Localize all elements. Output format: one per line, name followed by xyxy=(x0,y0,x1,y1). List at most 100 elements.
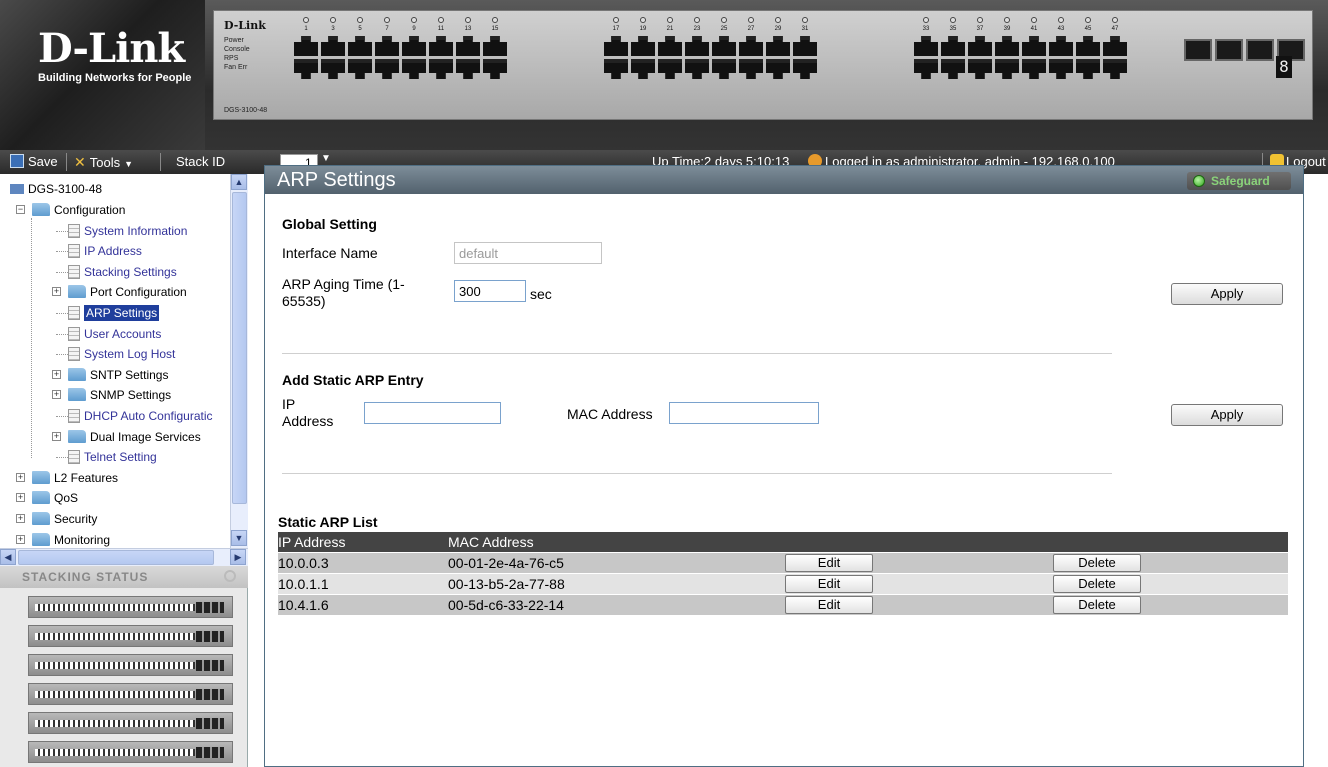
ethernet-port-icon[interactable] xyxy=(631,36,655,56)
stack-unit-icon[interactable] xyxy=(28,741,233,763)
scroll-up-icon[interactable]: ▲ xyxy=(231,174,247,190)
ethernet-port-icon[interactable] xyxy=(375,36,399,56)
ethernet-port-icon[interactable] xyxy=(604,59,628,79)
ip-address-input[interactable] xyxy=(364,402,501,424)
ethernet-port-icon[interactable] xyxy=(1103,59,1127,79)
scroll-thumb[interactable] xyxy=(18,550,214,565)
tree-item[interactable]: Telnet Setting xyxy=(68,447,157,467)
expand-icon[interactable]: + xyxy=(16,514,25,523)
ethernet-port-icon[interactable] xyxy=(793,59,817,79)
ethernet-port-icon[interactable] xyxy=(941,36,965,56)
tree-item[interactable]: ARP Settings xyxy=(68,303,160,323)
sfp-port-icon[interactable] xyxy=(1246,39,1274,61)
refresh-icon[interactable] xyxy=(224,570,236,582)
global-apply-button[interactable]: Apply xyxy=(1171,283,1283,305)
expand-icon[interactable]: + xyxy=(52,390,61,400)
tree-horizontal-scrollbar[interactable]: ◀ ▶ xyxy=(0,548,248,566)
ethernet-port-icon[interactable] xyxy=(712,36,736,56)
chevron-down-icon[interactable]: ▼ xyxy=(321,153,331,164)
scroll-down-icon[interactable]: ▼ xyxy=(231,530,247,546)
ethernet-port-icon[interactable] xyxy=(456,59,480,79)
delete-button[interactable]: Delete xyxy=(1053,554,1141,572)
tree-item[interactable]: L2 Features xyxy=(32,468,118,488)
ethernet-port-icon[interactable] xyxy=(914,59,938,79)
expand-icon[interactable]: + xyxy=(52,431,61,441)
ethernet-port-icon[interactable] xyxy=(658,36,682,56)
tools-menu-button[interactable]: ✕ Tools ▼ xyxy=(74,153,133,171)
tree-item[interactable]: IP Address xyxy=(68,241,142,261)
ethernet-port-icon[interactable] xyxy=(968,36,992,56)
ethernet-port-icon[interactable] xyxy=(375,59,399,79)
tree-item[interactable]: SNMP Settings xyxy=(68,385,171,405)
tree-item[interactable]: System Log Host xyxy=(68,344,175,364)
arp-aging-time-input[interactable] xyxy=(454,280,526,302)
ethernet-port-icon[interactable] xyxy=(685,59,709,79)
ethernet-port-icon[interactable] xyxy=(914,36,938,56)
ethernet-port-icon[interactable] xyxy=(429,36,453,56)
tree-item[interactable]: SNTP Settings xyxy=(68,365,168,385)
tree-vertical-scrollbar[interactable]: ▲ ▼ xyxy=(230,174,248,548)
ethernet-port-icon[interactable] xyxy=(685,36,709,56)
expand-icon[interactable]: + xyxy=(52,287,61,297)
collapse-icon[interactable]: − xyxy=(16,205,25,214)
delete-button[interactable]: Delete xyxy=(1053,596,1141,614)
ethernet-port-icon[interactable] xyxy=(631,59,655,79)
ethernet-port-icon[interactable] xyxy=(294,59,318,79)
tree-item[interactable]: Security xyxy=(32,509,97,529)
ethernet-port-icon[interactable] xyxy=(941,59,965,79)
scroll-thumb[interactable] xyxy=(232,192,247,504)
ethernet-port-icon[interactable] xyxy=(1049,59,1073,79)
ethernet-port-icon[interactable] xyxy=(1022,36,1046,56)
tree-item[interactable]: System Information xyxy=(68,221,187,241)
tree-root[interactable]: DGS-3100-48 xyxy=(10,179,102,199)
ethernet-port-icon[interactable] xyxy=(739,36,763,56)
ethernet-port-icon[interactable] xyxy=(321,59,345,79)
ethernet-port-icon[interactable] xyxy=(321,36,345,56)
scroll-left-icon[interactable]: ◀ xyxy=(0,549,16,565)
sfp-port-icon[interactable] xyxy=(1215,39,1243,61)
ethernet-port-icon[interactable] xyxy=(995,59,1019,79)
ethernet-port-icon[interactable] xyxy=(348,36,372,56)
ethernet-port-icon[interactable] xyxy=(995,36,1019,56)
ethernet-port-icon[interactable] xyxy=(766,59,790,79)
mac-address-input[interactable] xyxy=(669,402,819,424)
stack-unit-icon[interactable] xyxy=(28,683,233,705)
ethernet-port-icon[interactable] xyxy=(1076,36,1100,56)
tree-item[interactable]: Port Configuration xyxy=(68,282,187,302)
edit-button[interactable]: Edit xyxy=(785,554,873,572)
ethernet-port-icon[interactable] xyxy=(712,59,736,79)
tree-item[interactable]: DHCP Auto Configuratic xyxy=(68,406,213,426)
ethernet-port-icon[interactable] xyxy=(402,59,426,79)
safeguard-indicator[interactable]: Safeguard xyxy=(1187,172,1291,190)
tree-item[interactable]: QoS xyxy=(32,488,78,508)
ethernet-port-icon[interactable] xyxy=(766,36,790,56)
ethernet-port-icon[interactable] xyxy=(1049,36,1073,56)
ethernet-port-icon[interactable] xyxy=(456,36,480,56)
ethernet-port-icon[interactable] xyxy=(429,59,453,79)
sfp-port-icon[interactable] xyxy=(1184,39,1212,61)
ethernet-port-icon[interactable] xyxy=(294,36,318,56)
stack-unit-icon[interactable] xyxy=(28,596,233,618)
tree-item[interactable]: Stacking Settings xyxy=(68,262,177,282)
ethernet-port-icon[interactable] xyxy=(658,59,682,79)
stack-unit-icon[interactable] xyxy=(28,625,233,647)
expand-icon[interactable]: + xyxy=(16,493,25,503)
ethernet-port-icon[interactable] xyxy=(483,59,507,79)
ethernet-port-icon[interactable] xyxy=(348,59,372,79)
ethernet-port-icon[interactable] xyxy=(968,59,992,79)
ethernet-port-icon[interactable] xyxy=(1103,36,1127,56)
stack-unit-icon[interactable] xyxy=(28,654,233,676)
delete-button[interactable]: Delete xyxy=(1053,575,1141,593)
ethernet-port-icon[interactable] xyxy=(1022,59,1046,79)
ethernet-port-icon[interactable] xyxy=(1076,59,1100,79)
edit-button[interactable]: Edit xyxy=(785,596,873,614)
ethernet-port-icon[interactable] xyxy=(604,36,628,56)
expand-icon[interactable]: + xyxy=(16,534,25,544)
tree-item[interactable]: Dual Image Services xyxy=(68,427,201,447)
tree-item[interactable]: User Accounts xyxy=(68,324,161,344)
scroll-right-icon[interactable]: ▶ xyxy=(230,549,246,565)
stack-unit-icon[interactable] xyxy=(28,712,233,734)
ethernet-port-icon[interactable] xyxy=(739,59,763,79)
tree-item[interactable]: Monitoring xyxy=(32,530,110,548)
tree-item[interactable]: Configuration xyxy=(32,200,125,220)
